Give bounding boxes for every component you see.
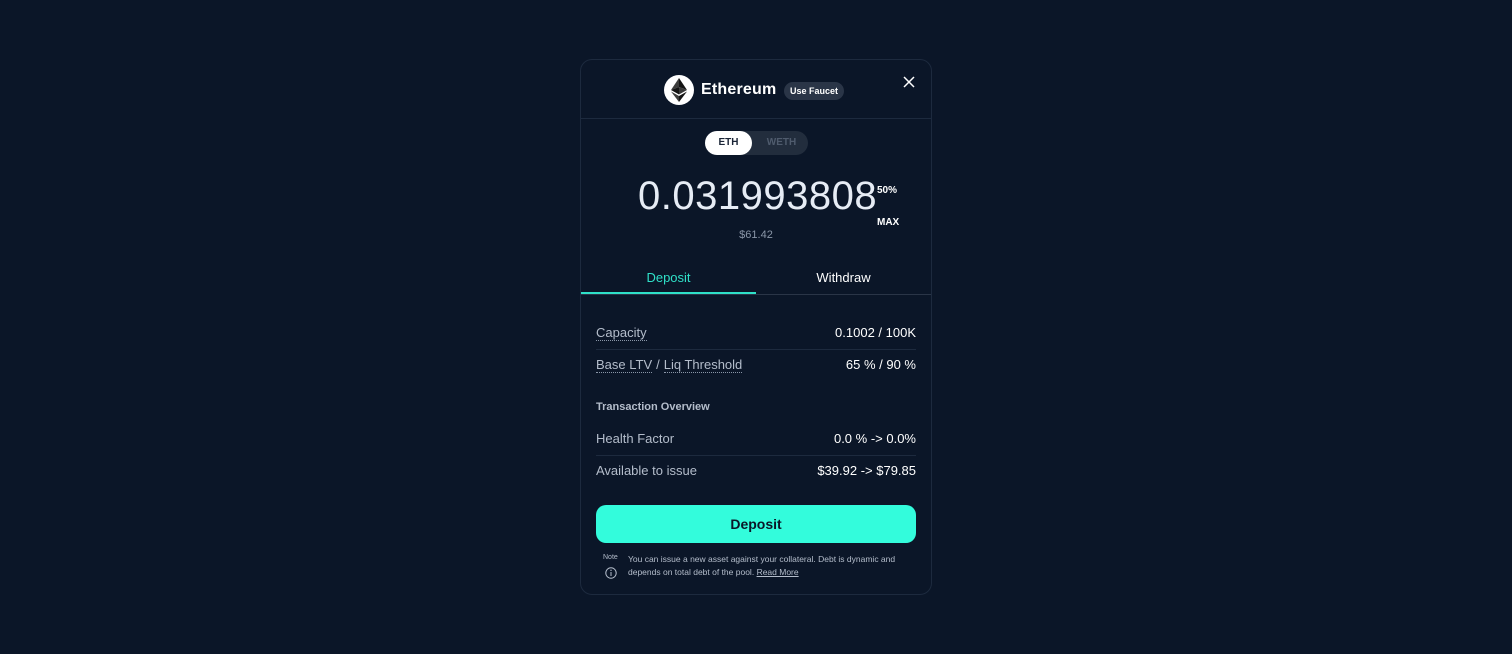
action-tabs: Deposit Withdraw (581, 260, 931, 295)
note-text: You can issue a new asset against your c… (628, 553, 918, 579)
max-button[interactable]: MAX (877, 217, 899, 228)
base-ltv-label: Base LTV (596, 357, 653, 373)
tab-withdraw[interactable]: Withdraw (756, 260, 931, 294)
transaction-overview-title: Transaction Overview (596, 401, 710, 413)
deposit-button[interactable]: Deposit (596, 505, 916, 543)
tab-deposit[interactable]: Deposit (581, 260, 756, 294)
half-button[interactable]: 50% (877, 185, 897, 196)
available-label: Available to issue (596, 463, 697, 478)
close-icon[interactable] (901, 74, 917, 90)
token-name: Ethereum (701, 81, 777, 98)
capacity-value: 0.1002 / 100K (835, 325, 916, 340)
info-icon (605, 566, 617, 579)
capacity-row: Capacity 0.1002 / 100K (596, 317, 916, 350)
note-label: Note (603, 554, 618, 561)
asset-toggle: ETH WETH (705, 131, 808, 155)
toggle-eth[interactable]: ETH (705, 131, 752, 155)
usd-value: $61.42 (739, 229, 773, 241)
available-row: Available to issue $39.92 -> $79.85 (596, 455, 916, 487)
ltv-row: Base LTV / Liq Threshold 65 % / 90 % (596, 349, 916, 381)
ltv-label-group: Base LTV / Liq Threshold (596, 357, 743, 373)
read-more-link[interactable]: Read More (757, 567, 799, 577)
deposit-modal: Ethereum Use Faucet ETH WETH 0.031993808… (580, 59, 932, 595)
modal-header: Ethereum Use Faucet (581, 60, 931, 119)
health-factor-value: 0.0 % -> 0.0% (833, 431, 916, 446)
use-faucet-button[interactable]: Use Faucet (784, 82, 845, 100)
available-value: $39.92 -> $79.85 (817, 463, 916, 478)
ltv-value: 65 % / 90 % (845, 357, 916, 372)
capacity-label: Capacity (596, 325, 647, 341)
health-factor-row: Health Factor 0.0 % -> 0.0% (596, 423, 916, 456)
health-factor-label: Health Factor (596, 431, 675, 446)
toggle-weth[interactable]: WETH (755, 131, 808, 155)
ltv-separator: / (656, 357, 660, 372)
liq-threshold-label: Liq Threshold (663, 357, 743, 373)
ethereum-icon (664, 75, 694, 105)
amount-input[interactable]: 0.031993808 (638, 174, 877, 219)
